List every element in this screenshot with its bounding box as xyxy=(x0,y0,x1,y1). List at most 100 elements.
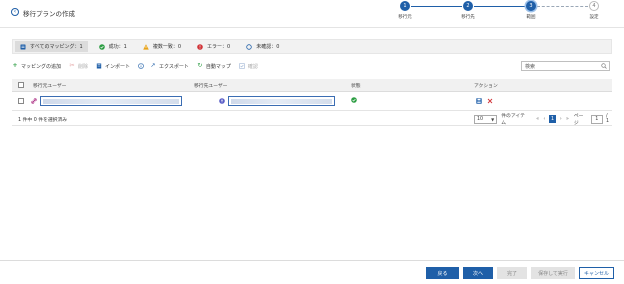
automap-button[interactable]: ↻ 自動マップ xyxy=(197,63,231,70)
chevron-down-icon: ▼ xyxy=(491,116,495,122)
step-1: 1 移行元 xyxy=(390,1,420,20)
filter-multiple-match[interactable]: 複数一致：0 xyxy=(138,41,186,52)
source-user-value xyxy=(43,98,179,104)
plus-icon: + xyxy=(12,62,18,69)
search-icon xyxy=(601,63,607,69)
finish-button[interactable]: 完了 xyxy=(497,267,527,279)
step-number: 3 xyxy=(526,1,536,11)
search-placeholder: 検索 xyxy=(525,64,536,70)
filter-unverified[interactable]: 未確認：0 xyxy=(241,41,284,52)
table-row[interactable] xyxy=(12,92,612,111)
step-3: 3 範囲 xyxy=(516,1,546,20)
filter-label: 成功：1 xyxy=(108,44,127,50)
check-circle-icon xyxy=(98,43,105,50)
filter-all-mappings[interactable]: すべてのマッピング：1 xyxy=(15,41,88,52)
step-label: 移行先 xyxy=(461,15,475,20)
success-check-icon xyxy=(351,97,357,105)
page-label: ページ xyxy=(573,114,584,126)
confirm-icon xyxy=(239,63,245,69)
unverified-icon xyxy=(246,43,252,50)
page-size-value: 10 xyxy=(477,116,484,122)
step-4: 4 設定 xyxy=(579,1,609,20)
current-page-button[interactable]: 1 xyxy=(548,115,557,123)
column-header-status[interactable]: 状態 xyxy=(351,79,361,91)
cancel-button[interactable]: キャンセル xyxy=(579,267,614,279)
import-label: インポート xyxy=(105,63,131,70)
export-button[interactable]: ↗ エクスポート xyxy=(150,63,189,70)
page-number-input[interactable]: 1 xyxy=(590,114,604,124)
import-icon xyxy=(96,63,102,69)
step-indicator: 1 移行元 2 移行先 3 範囲 4 設定 xyxy=(385,1,615,27)
status-cell xyxy=(351,92,357,110)
confirm-label: 確認 xyxy=(247,63,258,70)
mapping-table: 移行元ユーザー 移行先ユーザー 状態 アクション xyxy=(12,79,612,111)
row-checkbox[interactable] xyxy=(18,98,24,104)
table-header: 移行元ユーザー 移行先ユーザー 状態 アクション xyxy=(12,79,612,92)
page-title: 移行プランの作成 xyxy=(23,10,75,18)
header-bar: ‹ 移行プランの作成 1 移行元 2 移行先 3 範囲 4 設定 xyxy=(0,0,624,28)
row-select-cell xyxy=(18,92,24,110)
filter-error[interactable]: エラー：0 xyxy=(192,41,235,52)
import-info[interactable] xyxy=(138,63,147,69)
filter-success[interactable]: 成功：1 xyxy=(94,41,132,52)
info-icon xyxy=(138,63,144,69)
step-2: 2 移行先 xyxy=(453,1,483,20)
target-user-cell xyxy=(219,92,335,110)
total-pages: / 1 xyxy=(606,114,610,124)
source-user-cell xyxy=(31,92,182,110)
next-button[interactable]: 次へ xyxy=(463,267,493,279)
footer-action-bar: 戻る 次へ 完了 保存して実行 キャンセル xyxy=(0,260,624,284)
export-icon: ↗ xyxy=(150,62,156,69)
add-mapping-label: マッピングの追加 xyxy=(21,63,62,70)
confirm-button[interactable]: 確認 xyxy=(239,63,258,70)
filter-bar: すべてのマッピング：1 成功：1 複数一致：0 エラー：0 未確認：0 xyxy=(12,39,612,54)
list-icon xyxy=(20,44,26,50)
action-cell xyxy=(476,92,493,110)
selection-count: 1 件中 0 件を選択済み xyxy=(18,118,68,123)
import-button[interactable]: インポート xyxy=(96,63,130,70)
column-header-action: アクション xyxy=(474,83,498,89)
error-icon xyxy=(197,43,203,50)
filter-label: 複数一致：0 xyxy=(152,44,182,50)
filter-label: エラー：0 xyxy=(207,44,231,50)
search-input[interactable]: 検索 xyxy=(521,61,610,71)
filter-label: すべてのマッピング：1 xyxy=(30,44,83,50)
filter-label: 未確認：0 xyxy=(256,44,280,50)
source-user-field[interactable] xyxy=(40,96,182,106)
items-label: 件のアイテム xyxy=(501,114,525,126)
pagination: 10 ▼ 件のアイテム « ‹ 1 › » ページ 1 / 1 xyxy=(474,114,612,126)
user-link-icon xyxy=(31,98,37,104)
first-page-icon[interactable]: « xyxy=(534,116,541,122)
step-label: 範囲 xyxy=(526,15,536,20)
column-header-target[interactable]: 移行先ユーザー xyxy=(194,79,227,91)
step-number: 1 xyxy=(400,1,410,11)
add-mapping-button[interactable]: + マッピングの追加 xyxy=(12,63,61,70)
remove-icon[interactable] xyxy=(487,98,493,104)
export-label: エクスポート xyxy=(159,63,189,70)
table-footer: 1 件中 0 件を選択済み 10 ▼ 件のアイテム « ‹ 1 › » ページ … xyxy=(12,112,612,126)
page-size-select[interactable]: 10 ▼ xyxy=(474,114,498,124)
target-user-value xyxy=(231,98,332,104)
refresh-icon: ↻ xyxy=(197,62,203,69)
delete-button[interactable]: ✂ 削除 xyxy=(69,62,89,70)
last-page-icon[interactable]: » xyxy=(564,116,571,122)
step-number: 2 xyxy=(463,1,473,11)
prev-page-icon[interactable]: ‹ xyxy=(541,116,548,122)
step-label: 設定 xyxy=(589,15,599,20)
delete-label: 削除 xyxy=(78,63,89,70)
step-label: 移行元 xyxy=(398,15,412,20)
target-user-field[interactable] xyxy=(228,96,335,106)
save-icon[interactable] xyxy=(476,98,482,104)
column-header-source[interactable]: 移行元ユーザー xyxy=(33,79,66,91)
warning-icon xyxy=(143,43,149,50)
automap-label: 自動マップ xyxy=(205,63,231,70)
next-page-icon[interactable]: › xyxy=(557,116,564,122)
select-all-checkbox[interactable] xyxy=(18,82,24,88)
back-button[interactable]: 戻る xyxy=(426,267,459,279)
delete-icon: ✂ xyxy=(69,62,75,69)
save-and-run-button[interactable]: 保存して実行 xyxy=(531,267,575,279)
teams-user-icon xyxy=(219,98,225,104)
back-arrow-icon[interactable]: ‹ xyxy=(11,8,19,16)
step-number: 4 xyxy=(589,1,599,11)
select-all-cell xyxy=(18,79,24,91)
